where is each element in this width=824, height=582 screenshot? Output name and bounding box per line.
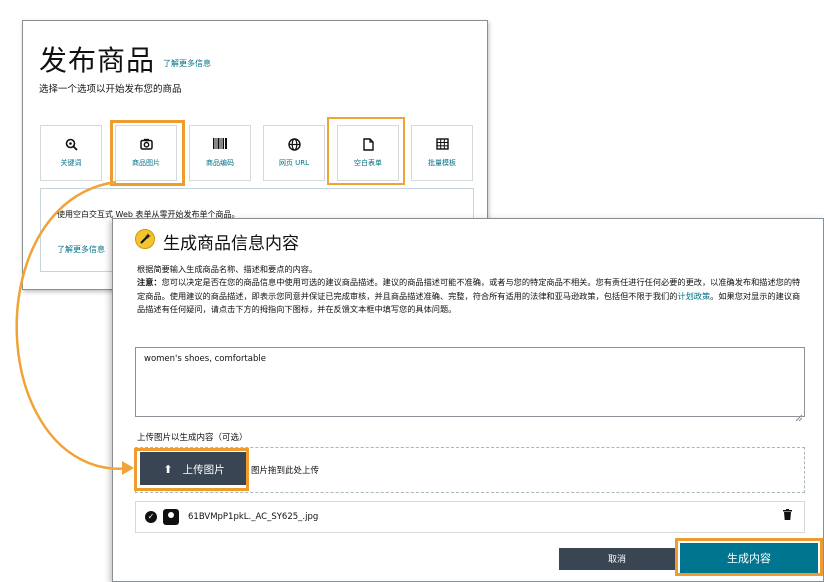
upload-section-label: 上传图片以生成内容（可选） [137, 433, 248, 443]
uploaded-file-row: ✓ 61BVMpP1pkL._AC_SY625_.jpg [135, 501, 805, 533]
option-product-code[interactable]: 商品编码 [189, 125, 251, 181]
drag-hint: 图片拖到此处上传 [251, 466, 320, 476]
disclaimer-note: 注意：您可以决定是否在您的商品信息中使用可选的建议商品描述。建议的商品描述可能不… [137, 276, 807, 317]
trash-icon[interactable] [783, 509, 792, 523]
product-prompt-input[interactable]: women's shoes, comfortable [135, 347, 805, 417]
option-label: 关键词 [60, 159, 82, 167]
grid-icon [412, 138, 472, 152]
magic-wand-icon [135, 229, 155, 249]
generate-content-panel: 生成商品信息内容 根据简要输入生成商品名称、描述和要点的内容。 注意：您可以决定… [112, 218, 824, 582]
page-subtitle: 选择一个选项以开始发布您的商品 [39, 84, 182, 95]
resize-grip-icon[interactable] [795, 407, 803, 422]
page-title: 发布商品 [39, 44, 156, 77]
option-label: 商品编码 [206, 159, 234, 167]
option-web-url[interactable]: 网页 URL [263, 125, 325, 181]
panel-title: 生成商品信息内容 [163, 234, 299, 254]
highlight-blank-form-option [327, 117, 405, 185]
file-name: 61BVMpP1pkL._AC_SY625_.jpg [188, 512, 319, 522]
learn-more-link[interactable]: 了解更多信息 [163, 58, 211, 69]
magnifier-icon [41, 138, 101, 152]
globe-icon [264, 138, 324, 152]
barcode-icon [190, 138, 250, 152]
program-policy-link[interactable]: 计划政策 [677, 291, 710, 301]
panel-intro: 根据简要输入生成商品名称、描述和要点的内容。 [137, 264, 318, 274]
cancel-button[interactable]: 取消 [559, 548, 675, 570]
option-bulk-template[interactable]: 批量模板 [411, 125, 473, 181]
highlight-generate-button [675, 538, 823, 576]
option-label: 网页 URL [278, 159, 310, 167]
highlight-product-image-option [110, 120, 185, 186]
note-label: 注意： [137, 277, 162, 287]
check-circle-icon: ✓ [145, 511, 157, 523]
image-thumbnail [163, 509, 179, 525]
option-keyword[interactable]: 关键词 [40, 125, 102, 181]
highlight-upload-button [134, 448, 249, 491]
description-learn-more-link[interactable]: 了解更多信息 [57, 244, 105, 255]
option-label: 批量模板 [428, 159, 456, 167]
